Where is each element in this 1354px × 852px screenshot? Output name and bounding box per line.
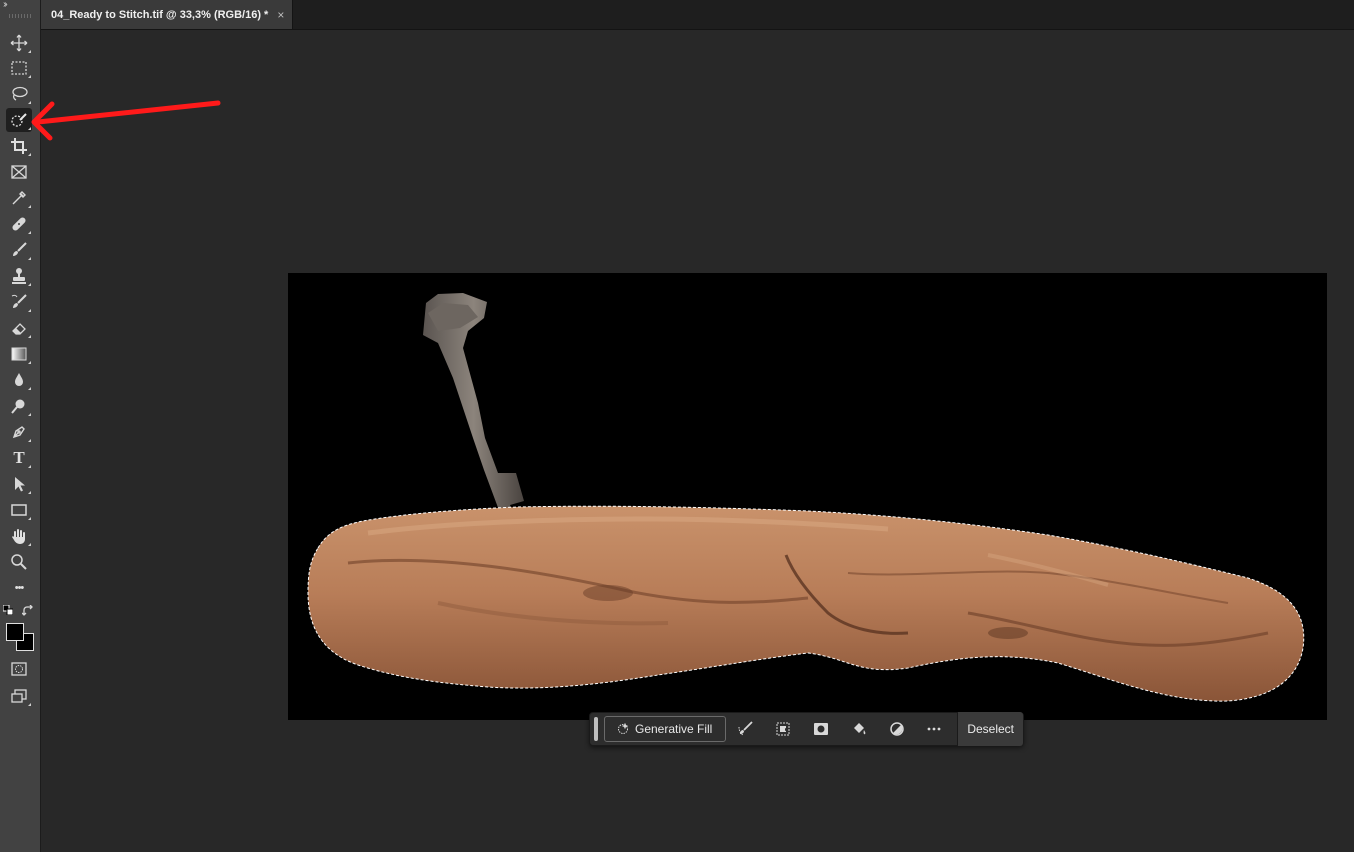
fill-selection-button[interactable] [840,712,878,746]
frame-icon [11,165,27,179]
select-subject-icon [738,721,753,736]
rectangular-marquee-tool[interactable] [6,56,32,80]
hand-tool[interactable] [6,524,32,548]
more-options-button[interactable] [916,712,954,746]
rock-specimen [307,505,1305,702]
move-tool[interactable] [6,31,32,55]
screen-mode-icon [11,689,27,703]
close-tab-icon[interactable]: × [277,8,284,22]
hand-icon [12,529,25,544]
brush-icon [13,242,27,256]
create-mask-icon [813,723,828,735]
toolbar-grip[interactable] [9,14,31,18]
gradient-icon [11,347,27,361]
dodge-tool[interactable] [6,394,32,418]
quick-mask[interactable] [6,657,32,681]
document-tab[interactable]: 04_Ready to Stitch.tif @ 33,3% (RGB/16) … [41,0,293,29]
rectangle-tool[interactable] [6,498,32,522]
stamp-icon [12,268,26,284]
create-mask-button[interactable] [802,712,840,746]
zoom-tool[interactable] [6,550,32,574]
eraser-icon [12,323,26,335]
fill-selection-icon [853,723,866,735]
lasso-icon [12,86,28,101]
tools-panel: ›› T ••• [0,0,41,852]
type-tool[interactable]: T [6,446,32,470]
select-subject-button[interactable] [726,712,764,746]
document-tab-bar: 04_Ready to Stitch.tif @ 33,3% (RGB/16) … [41,0,1354,30]
clone-stamp-tool[interactable] [6,264,32,288]
more-icon: ••• [14,582,25,594]
bandage-icon [12,217,26,231]
deselect-button[interactable]: Deselect [957,712,1023,746]
swap-colors-icon[interactable] [22,605,34,617]
history-brush-tool[interactable] [6,290,32,314]
collapse-toolbar-icon[interactable]: ›› [3,0,7,10]
contextual-task-bar: Generative Fill Deselect [589,712,1024,746]
sample-stick [423,293,524,513]
modify-selection-icon [776,722,790,736]
pen-icon [12,426,25,439]
arrow-cursor-icon [15,477,25,492]
brush-tool[interactable] [6,238,32,262]
document-canvas[interactable] [288,273,1327,720]
screen-mode[interactable] [6,684,32,708]
pen-tool[interactable] [6,420,32,444]
crop-icon [11,138,27,154]
type-icon: T [13,448,25,467]
quick-selection-icon [11,113,27,127]
eyedropper-tool[interactable] [6,186,32,210]
blur-tool[interactable] [6,368,32,392]
path-selection-tool[interactable] [6,472,32,496]
drop-icon [15,373,23,386]
adjustment-layer-icon [889,722,904,736]
canvas-image [307,293,1305,702]
modify-selection-button[interactable] [764,712,802,746]
more-options-icon [928,727,941,731]
adjustment-layer-button[interactable] [878,712,916,746]
foreground-color-swatch[interactable] [6,623,24,641]
history-brush-icon [11,294,27,308]
generative-fill-icon [617,723,629,734]
quick-selection-tool[interactable] [6,108,32,132]
quick-mask-icon [11,662,27,676]
generative-fill-label: Generative Fill [634,722,713,736]
eraser-tool[interactable] [6,316,32,340]
lasso-tool[interactable] [6,82,32,106]
gradient-tool[interactable] [6,342,32,366]
task-bar-drag-handle[interactable] [594,717,598,741]
marquee-icon [11,61,27,75]
spot-healing-brush-tool[interactable] [6,212,32,236]
magnifier-icon [11,554,27,570]
move-icon [10,34,28,52]
rectangle-icon [11,504,27,516]
eyedropper-icon [12,191,26,205]
default-colors-icon[interactable] [3,605,13,615]
crop-tool[interactable] [6,134,32,158]
dodge-icon [11,399,25,414]
frame-tool[interactable] [6,160,32,184]
generative-fill-button[interactable]: Generative Fill [603,716,727,742]
document-tab-title: 04_Ready to Stitch.tif @ 33,3% (RGB/16) … [51,8,269,21]
edit-toolbar[interactable]: ••• [6,576,32,600]
